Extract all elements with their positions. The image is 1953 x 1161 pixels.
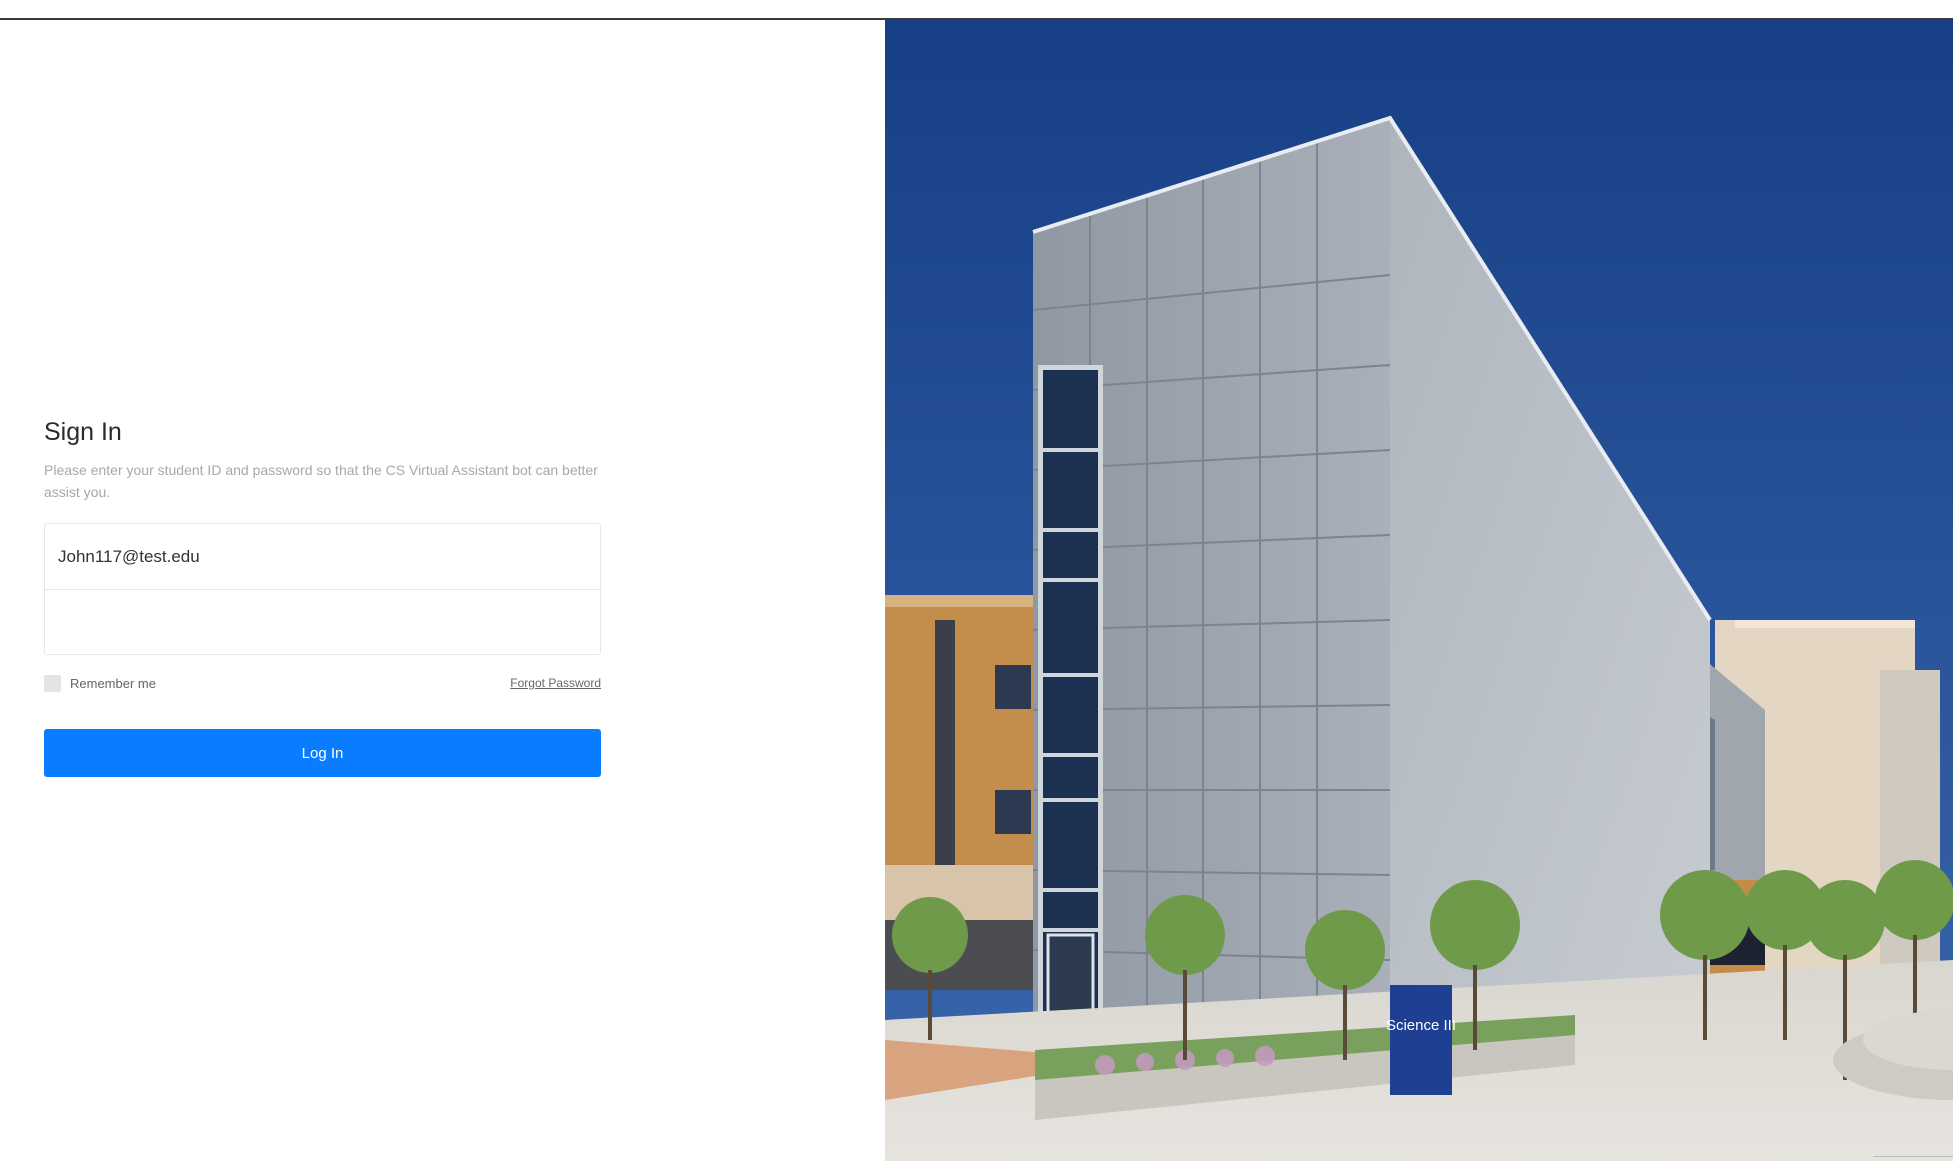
login-button[interactable]: Log In	[44, 729, 601, 777]
remember-label: Remember me	[70, 675, 156, 691]
science-sign-text: Science III	[1386, 1017, 1456, 1034]
signin-panel: Sign In Please enter your student ID and…	[0, 20, 885, 1161]
building-illustration: Science III	[885, 20, 1953, 1161]
credential-fields	[44, 523, 601, 655]
student-id-input[interactable]	[45, 524, 600, 589]
password-input[interactable]	[45, 589, 600, 654]
remember-checkbox[interactable]	[44, 674, 61, 692]
campus-building-image: Science III	[885, 20, 1953, 1161]
top-border	[0, 0, 1953, 20]
signin-description: Please enter your student ID and passwor…	[44, 462, 598, 500]
corner-mark	[1873, 1156, 1953, 1161]
signin-title: Sign In	[44, 418, 122, 446]
options-row: Remember me Forgot Password	[44, 673, 601, 693]
signin-form: Sign In Please enter your student ID and…	[44, 418, 601, 777]
remember-me[interactable]: Remember me	[44, 674, 156, 692]
forgot-password-link[interactable]: Forgot Password	[510, 676, 601, 690]
science-sign	[1390, 985, 1452, 1095]
